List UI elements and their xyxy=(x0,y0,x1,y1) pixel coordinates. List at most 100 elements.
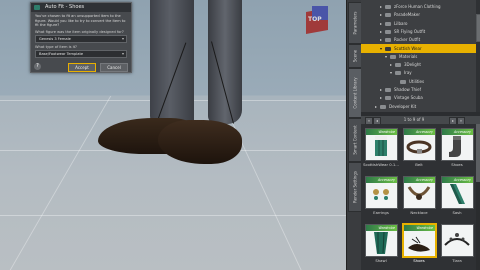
scrollbar-thumb[interactable] xyxy=(476,14,480,42)
item-type-select-value: Base/Footwear Template xyxy=(39,51,84,56)
tree-item-label: Lilbaro xyxy=(394,20,408,26)
content-item-1[interactable]: Wardrobe ScottishWear 0.1... xyxy=(362,126,400,174)
item-type-select[interactable]: Base/Footwear Template ▾ xyxy=(35,49,127,58)
folder-icon xyxy=(385,29,391,34)
dialog-titlebar[interactable]: Auto Fit - Shoes xyxy=(31,3,131,12)
folder-icon xyxy=(385,13,391,18)
tab-label: Render Settings xyxy=(352,171,358,203)
item-thumbnail[interactable]: Accessory xyxy=(403,128,436,161)
tab-parameters[interactable]: Parameters xyxy=(348,2,362,44)
folder-icon xyxy=(395,63,401,68)
item-label: Sash xyxy=(452,210,462,215)
item-thumbnail[interactable]: Wardrobe xyxy=(365,224,398,257)
item-label: Shoes xyxy=(413,258,425,263)
tree-item-label: Developer Kit xyxy=(389,103,417,109)
tree-item-label: 3Delight xyxy=(404,62,421,68)
dialog-message: You've chosen to fit an unsupported item… xyxy=(35,14,126,28)
content-item-8[interactable]: Wardrobe Shoes xyxy=(400,222,438,270)
folder-icon xyxy=(400,79,406,84)
content-grid: Wardrobe ScottishWear 0.1... Accessory Belt… xyxy=(361,124,476,270)
content-item-5[interactable]: Accessory Necklace xyxy=(400,174,438,222)
tab-label: Scene xyxy=(352,49,358,63)
page-label: 1 to 9 of 9 xyxy=(403,117,425,122)
item-thumbnail[interactable]: Accessory xyxy=(441,128,474,161)
item-thumbnail[interactable]: Accessory xyxy=(365,176,398,209)
item-label: Necklace xyxy=(410,210,428,215)
chevron-down-icon: ▾ xyxy=(121,35,124,41)
tree-item[interactable]: ▸ Developer Kit xyxy=(361,102,480,111)
tree-item-label: Rocker Outfit xyxy=(394,37,421,43)
tab-label: Content Library xyxy=(352,77,358,109)
content-item-3[interactable]: Accessory Shoes xyxy=(438,126,476,174)
item-label: Shawl xyxy=(375,258,387,263)
content-item-2[interactable]: Accessory Belt xyxy=(400,126,438,174)
cancel-button[interactable]: Cancel xyxy=(100,63,128,72)
item-banner: Wardrobe xyxy=(366,225,397,231)
dialog-title: Auto Fit - Shoes xyxy=(45,4,85,10)
folder-tree: ▸ zForce Human Clothing ▸ ParadeMaker ▸ Lilba… xyxy=(361,0,480,112)
item-type-question-label: What type of item is it? xyxy=(35,44,77,49)
auto-fit-dialog: Auto Fit - Shoes You've chosen to fit an… xyxy=(30,2,132,73)
figure-question-label: What figure was the item originally desi… xyxy=(35,29,124,34)
tab-smart-content[interactable]: Smart Content xyxy=(348,118,362,162)
item-label: Earrings xyxy=(373,210,389,215)
folder-icon xyxy=(385,5,391,9)
item-thumbnail[interactable]: Wardrobe xyxy=(365,128,398,161)
folder-icon xyxy=(380,104,386,109)
tree-scrollbar[interactable] xyxy=(476,0,480,112)
tree-item-label: Iray xyxy=(404,70,412,76)
item-label: Belt xyxy=(415,162,423,167)
figure-select[interactable]: Genesis 3 Female ▾ xyxy=(35,34,127,43)
tab-content-library[interactable]: Content Library xyxy=(348,68,362,118)
item-label: Tiara xyxy=(452,258,462,263)
item-banner: Wardrobe xyxy=(404,225,435,231)
side-tab-strip: Parameters Scene Content Library Smart C… xyxy=(346,0,362,270)
item-thumbnail[interactable] xyxy=(441,224,474,257)
chevron-down-icon: ▾ xyxy=(121,50,124,56)
app-icon xyxy=(34,5,40,10)
tree-item-label: Scottish Wear xyxy=(394,45,422,51)
tab-render-settings[interactable]: Render Settings xyxy=(348,162,362,212)
figure-right-leg xyxy=(208,0,242,124)
tree-item-label: ParadeMaker xyxy=(394,12,420,18)
folder-icon xyxy=(385,88,391,92)
content-item-6[interactable]: Accessory Sash xyxy=(438,174,476,222)
tree-item-label: zForce Human Clothing xyxy=(394,4,441,9)
folder-icon xyxy=(395,71,401,76)
content-item-9[interactable]: Tiara xyxy=(438,222,476,270)
item-thumbnail[interactable]: Accessory xyxy=(441,176,474,209)
item-banner: Accessory xyxy=(442,129,473,135)
item-label: Shoes xyxy=(451,162,463,167)
help-button[interactable]: ? xyxy=(34,63,41,70)
figure-right-shoe xyxy=(158,120,242,164)
floor-grid-line xyxy=(0,215,346,216)
item-thumbnail[interactable]: Accessory xyxy=(403,176,436,209)
view-cube-label: TOP xyxy=(308,16,322,23)
grid-scrollbar[interactable] xyxy=(476,124,480,270)
floor-grid-line xyxy=(9,96,112,270)
item-banner: Accessory xyxy=(404,177,435,183)
item-label: ScottishWear 0.1... xyxy=(363,162,399,167)
accept-button[interactable]: Accept xyxy=(68,63,96,72)
tab-label: Parameters xyxy=(352,11,358,35)
content-item-4[interactable]: Accessory Earrings xyxy=(362,174,400,222)
tree-item-label: Materials xyxy=(399,53,418,59)
item-thumbnail[interactable]: Wardrobe xyxy=(402,223,437,258)
tree-item-label: Utilities xyxy=(409,78,425,84)
item-banner: Accessory xyxy=(366,177,397,183)
pager-bar: « ◂ 1 to 9 of 9 ▸ » xyxy=(361,116,480,125)
folder-icon xyxy=(385,46,391,51)
view-cube[interactable]: TOP xyxy=(306,6,328,34)
item-banner: Wardrobe xyxy=(366,129,397,135)
content-item-7[interactable]: Wardrobe Shawl xyxy=(362,222,400,270)
content-library-panel: ▸ zForce Human Clothing ▸ ParadeMaker ▸ Lilba… xyxy=(361,0,480,270)
folder-icon xyxy=(385,38,391,43)
3d-viewport[interactable]: TOP Auto Fit - Shoes You've chosen to fi… xyxy=(0,0,346,270)
tree-item-label: Vintage Scuba xyxy=(394,95,423,101)
item-banner: Accessory xyxy=(404,129,435,135)
figure-left-leg xyxy=(150,0,194,130)
tab-scene[interactable]: Scene xyxy=(348,44,362,68)
folder-icon xyxy=(385,96,391,101)
scrollbar-thumb[interactable] xyxy=(476,124,480,182)
folder-icon xyxy=(390,54,396,59)
